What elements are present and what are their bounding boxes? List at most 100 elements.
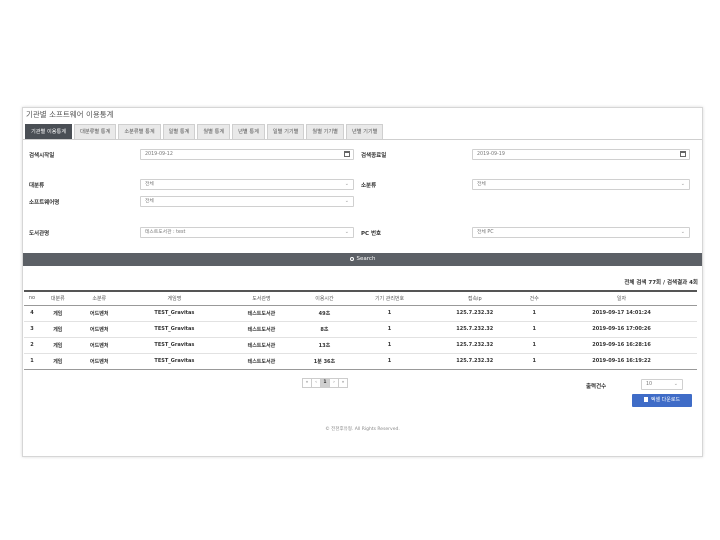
library-select[interactable]: 테스트도서관 : test ⌄ <box>140 227 354 238</box>
software-select[interactable]: 전체 ⌄ <box>140 196 354 207</box>
tab-yearly-device[interactable]: 년별 기기별 <box>345 124 384 139</box>
software-label: 소프트웨어명 <box>29 200 60 206</box>
end-date-label: 검색종료일 <box>361 153 387 159</box>
col-major-category[interactable]: 대분류 <box>40 290 76 306</box>
cell-count: 1 <box>522 321 547 338</box>
cell-device-id: 1 <box>351 353 428 370</box>
cell-date: 2019-09-16 17:00:26 <box>546 321 697 338</box>
cell-count: 1 <box>522 305 547 322</box>
tab-monthly[interactable]: 월별 통계 <box>197 124 231 139</box>
cell-major-category: 게임 <box>40 353 76 370</box>
cell-library-name: 테스트도서관 <box>225 353 297 370</box>
cell-game-name: TEST_Gravitas <box>122 305 226 322</box>
tab-divider <box>23 139 702 140</box>
cell-count: 1 <box>522 353 547 370</box>
cell-no: 1 <box>24 353 41 370</box>
cell-device-id: 1 <box>351 305 428 322</box>
cell-device-id: 1 <box>351 337 428 354</box>
search-button-label: Search <box>356 256 376 262</box>
rows-per-page-select[interactable]: 10 ⌄ <box>641 379 683 390</box>
col-game-name[interactable]: 게임명 <box>122 290 226 306</box>
cell-no: 2 <box>24 337 41 354</box>
rows-per-page-label: 출력건수 <box>586 384 607 390</box>
col-minor-category[interactable]: 소분류 <box>75 290 123 306</box>
footer-copyright: © 전천후유형. All Rights Reserved. <box>325 427 400 432</box>
cell-major-category: 게임 <box>40 337 76 354</box>
results-table: no 대분류 소분류 게임명 도서관명 이용시간 기기 관리번호 접속ip 건수… <box>24 290 697 370</box>
search-button[interactable]: Search <box>23 253 702 266</box>
table-row: 4 게임 어드벤처 TEST_Gravitas 테스트도서관 49초 1 125… <box>24 305 697 322</box>
cell-usage-time: 1분 36초 <box>296 353 352 370</box>
cell-device-id: 1 <box>351 321 428 338</box>
excel-download-button[interactable]: 엑셀 다운로드 <box>632 394 692 407</box>
chevron-down-icon: ⌄ <box>344 181 349 187</box>
chevron-down-icon: ⌄ <box>344 198 349 204</box>
pc-number-label: PC 번호 <box>361 231 382 237</box>
excel-download-label: 엑셀 다운로드 <box>650 397 681 403</box>
tab-daily[interactable]: 일별 통계 <box>162 124 196 139</box>
stats-panel: 기관별 소프트웨어 이용통계 기관별 이용통계 대분류별 통계 소분류별 통계 … <box>22 107 703 457</box>
cell-library-name: 테스트도서관 <box>225 337 297 354</box>
tab-institution-usage[interactable]: 기관별 이용통계 <box>25 124 73 139</box>
start-date-input[interactable]: 2019-09-12 <box>140 149 354 160</box>
cell-usage-time: 49초 <box>296 305 352 322</box>
file-icon <box>643 397 648 402</box>
cell-no: 3 <box>24 321 41 338</box>
tab-bar: 기관별 이용통계 대분류별 통계 소분류별 통계 일별 통계 월별 통계 년별 … <box>25 124 385 139</box>
cell-ip: 125.7.232.32 <box>427 353 523 370</box>
tab-major-category[interactable]: 대분류별 통계 <box>74 124 117 139</box>
col-library-name[interactable]: 도서관명 <box>225 290 297 306</box>
cell-no: 4 <box>24 305 41 322</box>
cell-date: 2019-09-16 16:28:16 <box>546 337 697 354</box>
cell-game-name: TEST_Gravitas <box>122 353 226 370</box>
cell-game-name: TEST_Gravitas <box>122 337 226 354</box>
col-device-id[interactable]: 기기 관리번호 <box>351 290 428 306</box>
cell-library-name: 테스트도서관 <box>225 305 297 322</box>
tab-minor-category[interactable]: 소분류별 통계 <box>118 124 161 139</box>
chevron-down-icon: ⌄ <box>673 381 678 387</box>
table-row: 2 게임 어드벤처 TEST_Gravitas 테스트도서관 13초 1 125… <box>24 337 697 354</box>
col-date[interactable]: 일자 <box>546 290 697 306</box>
col-ip[interactable]: 접속ip <box>427 290 523 306</box>
page-title: 기관별 소프트웨어 이용통계 <box>26 110 114 119</box>
calendar-icon[interactable] <box>680 151 686 157</box>
minor-category-label: 소분류 <box>361 183 377 189</box>
cell-date: 2019-09-16 16:19:22 <box>546 353 697 370</box>
cell-date: 2019-09-17 14:01:24 <box>546 305 697 322</box>
major-category-select[interactable]: 전체 ⌄ <box>140 179 354 190</box>
result-summary: 전체 검색 77회 / 검색결과 4회 <box>624 280 698 286</box>
cell-minor-category: 어드벤처 <box>75 353 123 370</box>
col-usage-time[interactable]: 이용시간 <box>296 290 352 306</box>
tab-daily-device[interactable]: 일별 기기별 <box>266 124 305 139</box>
cell-usage-time: 13초 <box>296 337 352 354</box>
search-icon <box>349 256 354 261</box>
page-last-button[interactable]: » <box>338 378 348 388</box>
chevron-down-icon: ⌄ <box>344 229 349 235</box>
cell-minor-category: 어드벤처 <box>75 305 123 322</box>
cell-ip: 125.7.232.32 <box>427 305 523 322</box>
cell-game-name: TEST_Gravitas <box>122 321 226 338</box>
pagination: « ‹ 1 › » <box>302 378 348 388</box>
cell-major-category: 게임 <box>40 321 76 338</box>
tab-monthly-device[interactable]: 월별 기기별 <box>306 124 344 139</box>
col-count[interactable]: 건수 <box>522 290 547 306</box>
chevron-down-icon: ⌄ <box>680 229 685 235</box>
major-category-label: 대분류 <box>29 183 45 189</box>
cell-minor-category: 어드벤처 <box>75 321 123 338</box>
start-date-label: 검색시작일 <box>29 153 55 159</box>
pc-number-select[interactable]: 전체 PC ⌄ <box>472 227 690 238</box>
cell-ip: 125.7.232.32 <box>427 321 523 338</box>
cell-count: 1 <box>522 337 547 354</box>
table-row: 1 게임 어드벤처 TEST_Gravitas 테스트도서관 1분 36초 1 … <box>24 353 697 370</box>
cell-minor-category: 어드벤처 <box>75 337 123 354</box>
table-header-row: no 대분류 소분류 게임명 도서관명 이용시간 기기 관리번호 접속ip 건수… <box>24 290 697 306</box>
cell-library-name: 테스트도서관 <box>225 321 297 338</box>
minor-category-select[interactable]: 전체 ⌄ <box>472 179 690 190</box>
cell-major-category: 게임 <box>40 305 76 322</box>
calendar-icon[interactable] <box>344 151 350 157</box>
chevron-down-icon: ⌄ <box>680 181 685 187</box>
table-row: 3 게임 어드벤처 TEST_Gravitas 테스트도서관 8초 1 125.… <box>24 321 697 338</box>
tab-yearly[interactable]: 년별 통계 <box>232 124 265 139</box>
col-no[interactable]: no <box>24 290 41 306</box>
end-date-input[interactable]: 2019-09-19 <box>472 149 690 160</box>
